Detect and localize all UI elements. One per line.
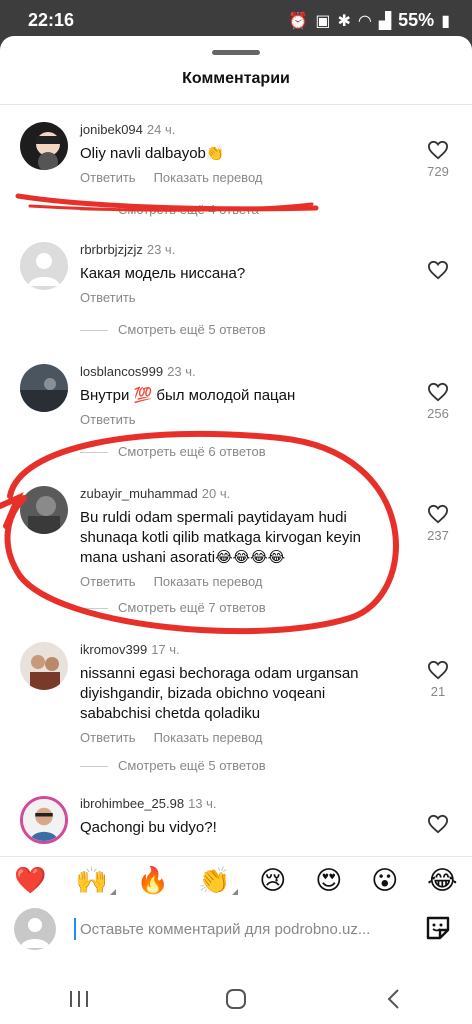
show-translation-button[interactable]: Показать перевод: [154, 730, 263, 745]
like-button[interactable]: 729: [418, 140, 458, 180]
home-icon[interactable]: [216, 979, 256, 1019]
sheet-title: Комментарии: [182, 70, 290, 87]
comment-time: 20 ч.: [201, 486, 231, 501]
view-more-replies[interactable]: Смотреть ещё 5 ответов: [80, 758, 380, 774]
like-button[interactable]: 256: [418, 382, 458, 422]
reply-button[interactable]: Ответить: [80, 730, 136, 745]
comment-time: 23 ч.: [146, 242, 176, 257]
like-button[interactable]: [418, 814, 458, 834]
back-icon[interactable]: [373, 979, 413, 1019]
reply-button[interactable]: Ответить: [80, 170, 136, 185]
emoji-clap[interactable]: 👏: [198, 864, 239, 895]
emoji-fire[interactable]: 🔥: [137, 865, 169, 895]
comment-text: Внутри 💯 был молодой пацан: [80, 387, 296, 404]
wifi-icon: ◠: [357, 12, 372, 30]
title-divider: [0, 104, 472, 105]
comment-time: 23 ч.: [167, 364, 196, 379]
comment-text: Oliy navli dalbayob👏: [80, 145, 225, 162]
emoji-raised-hands-glyph: 🙌: [75, 864, 109, 895]
reply-button[interactable]: Ответить: [80, 412, 136, 427]
replies-line: [80, 452, 108, 453]
status-bar: 22:16 ⏰ ▣ ✱ ◠ ▟ 55% ▮: [0, 0, 472, 40]
comment-username[interactable]: ikromov399: [80, 642, 147, 657]
like-count: 256: [427, 406, 449, 421]
comment-username[interactable]: rbrbrbjzjzjz: [80, 242, 143, 257]
view-more-replies[interactable]: Смотреть ещё 6 ответов: [80, 444, 380, 460]
avatar[interactable]: [20, 796, 68, 844]
status-time: 22:16: [28, 10, 75, 30]
battery-icon: ▮: [441, 12, 450, 30]
comment-username[interactable]: jonibek094: [80, 122, 143, 137]
comment-text: Bu ruldi odam spermali paytidayam hudi s…: [80, 509, 361, 566]
emoji-heart-eyes[interactable]: 😍: [315, 865, 342, 895]
emoji-laughing[interactable]: 😂: [427, 865, 457, 895]
emoji-clap-glyph: 👏: [198, 864, 231, 895]
lock-icon: ▣: [315, 12, 331, 30]
heart-outline-icon: [427, 814, 449, 834]
avatar[interactable]: [20, 242, 68, 290]
view-more-label: Смотреть ещё 7 ответов: [118, 600, 266, 615]
avatar[interactable]: [20, 486, 68, 534]
like-count: [418, 284, 458, 300]
replies-line: [80, 608, 108, 609]
signal-icon: ▟: [378, 12, 392, 30]
heart-outline-icon: [427, 140, 449, 160]
comment-username[interactable]: ibrohimbee_25.98: [80, 796, 184, 811]
sticker-icon[interactable]: [424, 914, 452, 942]
view-more-replies[interactable]: Смотреть ещё 4 ответа: [80, 202, 380, 218]
heart-outline-icon: [427, 660, 449, 680]
sheet-drag-handle[interactable]: [212, 50, 260, 55]
status-icons: ⏰ ▣ ✱ ◠ ▟ 55% ▮: [288, 10, 450, 31]
view-more-replies[interactable]: Смотреть ещё 7 ответов: [80, 600, 380, 616]
skin-tone-indicator: [110, 888, 117, 895]
like-button[interactable]: 237: [418, 504, 458, 544]
heart-outline-icon: [427, 504, 449, 524]
battery-level: 55%: [398, 10, 435, 30]
replies-line: [80, 210, 108, 211]
like-count: 21: [430, 684, 446, 699]
comment-input[interactable]: [74, 918, 404, 940]
comment-text: nissanni egasi bechoraga odam urgansan d…: [80, 665, 359, 722]
emoji-heart[interactable]: ❤️: [14, 865, 46, 895]
view-more-label: Смотреть ещё 5 ответов: [118, 758, 266, 773]
avatar[interactable]: [20, 122, 68, 170]
show-translation-button[interactable]: Показать перевод: [154, 574, 263, 589]
system-nav-bar: [0, 974, 472, 1024]
view-more-replies[interactable]: Смотреть ещё 5 ответов: [80, 322, 380, 338]
replies-line: [80, 766, 108, 767]
emoji-raised-hands[interactable]: 🙌: [75, 864, 117, 895]
heart-outline-icon: [427, 382, 449, 402]
comment-time: 24 ч.: [146, 122, 176, 137]
reply-button[interactable]: Ответить: [80, 290, 136, 305]
replies-line: [80, 330, 108, 331]
reply-button[interactable]: Ответить: [80, 574, 136, 589]
comment-username[interactable]: losblancos999: [80, 364, 163, 379]
user-avatar: [14, 908, 56, 950]
avatar[interactable]: [20, 642, 68, 690]
comment-text: Qachongi bu vidyo?!: [80, 819, 217, 836]
comments-sheet: Комментарии jonibek094 24 ч. Oliy navli d…: [0, 36, 472, 1024]
emoji-reaction-bar: ❤️ 🙌 🔥 👏 😢 😍 😮 😂: [0, 856, 472, 902]
comment-text: Какая модель ниссана?: [80, 265, 246, 282]
alarm-icon: ⏰: [288, 12, 309, 30]
heart-outline-icon: [427, 260, 449, 280]
like-button[interactable]: 21: [418, 660, 458, 700]
comment-time: 13 ч.: [188, 796, 217, 811]
like-button[interactable]: [418, 260, 458, 300]
like-count: 237: [427, 528, 449, 543]
avatar[interactable]: [20, 364, 68, 412]
recents-icon[interactable]: [59, 979, 99, 1019]
comment-time: 17 ч.: [151, 642, 180, 657]
view-more-label: Смотреть ещё 5 ответов: [118, 322, 266, 337]
skin-tone-indicator: [232, 888, 239, 895]
view-more-label: Смотреть ещё 4 ответа: [118, 202, 259, 217]
comment-username[interactable]: zubayir_muhammad: [80, 486, 198, 501]
emoji-surprised[interactable]: 😮: [371, 865, 398, 895]
bluetooth-icon: ✱: [337, 12, 351, 30]
show-translation-button[interactable]: Показать перевод: [154, 170, 263, 185]
emoji-crying[interactable]: 😢: [259, 865, 286, 895]
comment-input-row: [0, 902, 472, 962]
view-more-label: Смотреть ещё 6 ответов: [118, 444, 266, 459]
like-count: 729: [427, 164, 449, 179]
